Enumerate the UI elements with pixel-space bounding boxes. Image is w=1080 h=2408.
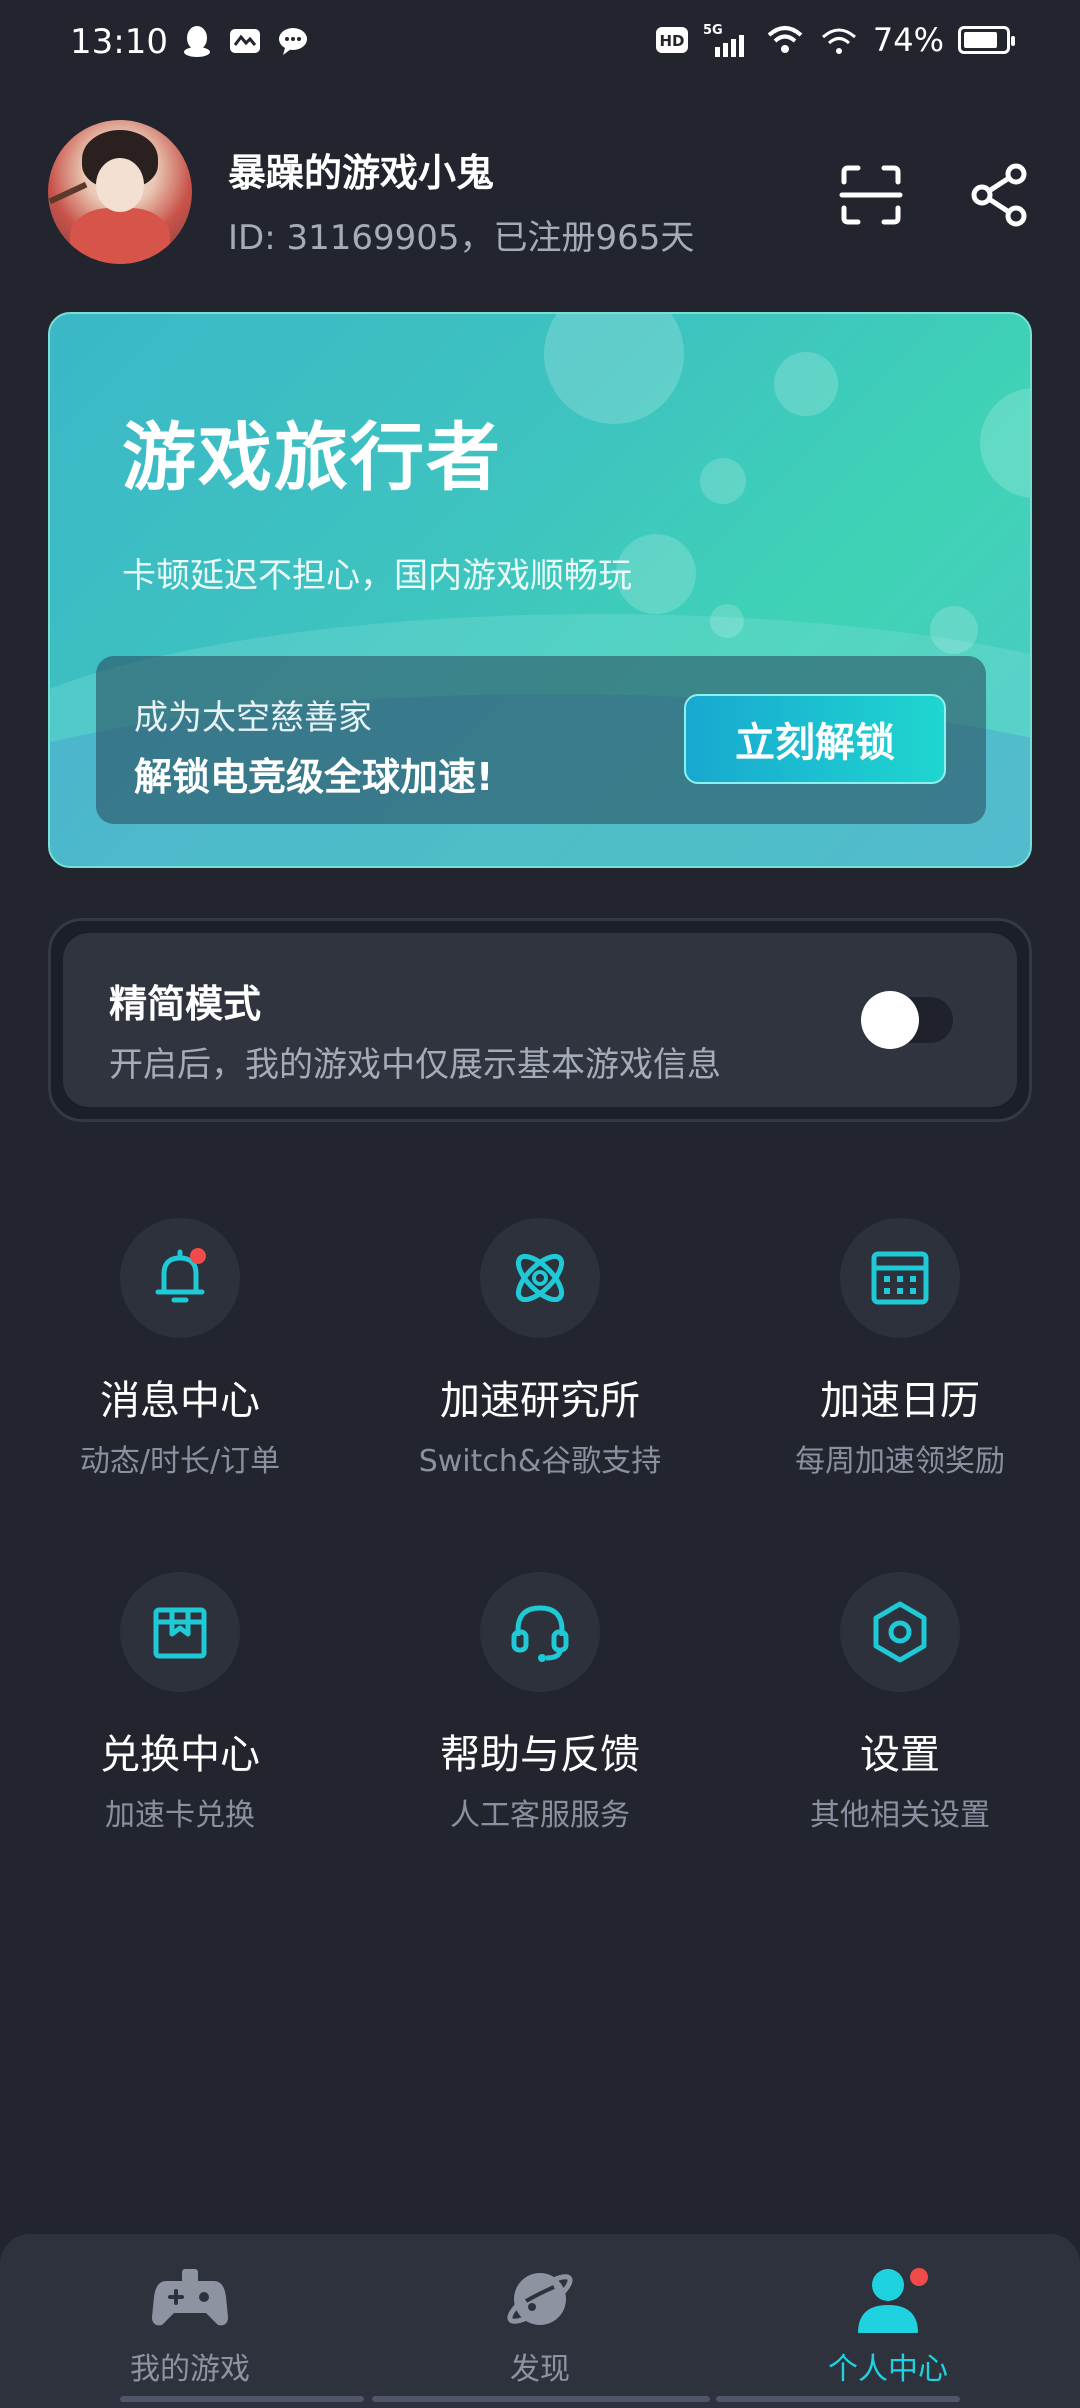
menu-acceleration-calendar[interactable]: 加速日历 每周加速领奖励 xyxy=(720,1218,1080,1498)
promo-title: 游戏旅行者 xyxy=(122,415,502,501)
atom-icon xyxy=(480,1218,600,1338)
home-indicator-segment xyxy=(372,2396,710,2402)
nav-label: 发现 xyxy=(510,2352,570,2387)
menu-title: 消息中心 xyxy=(100,1378,260,1424)
wifi-icon-2 xyxy=(819,20,859,60)
menu-title: 加速研究所 xyxy=(440,1378,640,1424)
nav-personal-center[interactable]: 个人中心 xyxy=(738,2264,1038,2387)
svg-text:HD: HD xyxy=(659,32,684,50)
simple-mode-description: 开启后，我的游戏中仅展示基本游戏信息 xyxy=(109,1045,721,1085)
unlock-now-button[interactable]: 立刻解锁 xyxy=(684,694,946,784)
battery-percent: 74% xyxy=(872,21,944,59)
settings-hexagon-icon xyxy=(840,1572,960,1692)
profile-page: 13:10 HD 5G 74% 暴躁的游戏小鬼 ID: 31169905，已注册… xyxy=(0,0,1080,2408)
promo-offer-line2: 解锁电竞级全球加速! xyxy=(134,755,494,799)
5g-signal-icon: 5G xyxy=(703,20,751,60)
planet-icon xyxy=(502,2264,578,2334)
status-time: 13:10 xyxy=(70,22,168,62)
status-system-icons: HD 5G 74% xyxy=(655,20,1015,60)
scan-icon[interactable] xyxy=(838,162,904,228)
home-indicator-segment xyxy=(716,2396,960,2402)
menu-subtitle: 人工客服服务 xyxy=(450,1798,630,1833)
menu-message-center[interactable]: 消息中心 动态/时长/订单 xyxy=(0,1218,360,1498)
chat-bubble-icon xyxy=(276,24,310,58)
menu-settings[interactable]: 设置 其他相关设置 xyxy=(720,1572,1080,1852)
menu-redeem-center[interactable]: 兑换中心 加速卡兑换 xyxy=(0,1572,360,1852)
menu-subtitle: 其他相关设置 xyxy=(810,1798,990,1833)
promo-offer-box: 成为太空慈善家 解锁电竞级全球加速! 立刻解锁 xyxy=(96,656,986,824)
menu-subtitle: 动态/时长/订单 xyxy=(79,1444,281,1479)
promo-subtitle: 卡顿延迟不担心，国内游戏顺畅玩 xyxy=(122,556,632,596)
qq-penguin-icon xyxy=(180,24,214,58)
simple-mode-toggle[interactable] xyxy=(861,991,953,1049)
battery-icon xyxy=(958,26,1015,54)
gamepad-icon xyxy=(152,2264,228,2334)
share-icon[interactable] xyxy=(970,162,1030,228)
simple-mode-title: 精简模式 xyxy=(109,982,262,1026)
bottom-navigation: 我的游戏 发现 个人中心 xyxy=(0,2234,1080,2408)
user-name[interactable]: 暴躁的游戏小鬼 xyxy=(228,142,494,197)
nav-discover[interactable]: 发现 xyxy=(390,2264,690,2387)
menu-acceleration-lab[interactable]: 加速研究所 Switch&谷歌支持 xyxy=(360,1218,720,1498)
svg-text:5G: 5G xyxy=(703,23,723,38)
menu-subtitle: 加速卡兑换 xyxy=(105,1798,255,1833)
nav-label: 个人中心 xyxy=(828,2352,948,2387)
bell-icon xyxy=(120,1218,240,1338)
menu-help-feedback[interactable]: 帮助与反馈 人工客服服务 xyxy=(360,1572,720,1852)
gift-box-icon xyxy=(120,1572,240,1692)
home-indicator-segment xyxy=(120,2396,364,2402)
wifi-icon xyxy=(765,20,805,60)
notification-dot xyxy=(910,2268,928,2286)
simple-mode-card: 精简模式 开启后，我的游戏中仅展示基本游戏信息 xyxy=(48,918,1032,1122)
promo-card[interactable]: 游戏旅行者 卡顿延迟不担心，国内游戏顺畅玩 成为太空慈善家 解锁电竞级全球加速!… xyxy=(48,312,1032,868)
promo-offer-line1: 成为太空慈善家 xyxy=(134,698,372,738)
user-id: ID: 31169905，已注册965天 xyxy=(228,218,695,258)
menu-title: 加速日历 xyxy=(820,1378,980,1424)
menu-subtitle: Switch&谷歌支持 xyxy=(418,1444,662,1479)
menu-title: 帮助与反馈 xyxy=(440,1732,640,1778)
mail-icon xyxy=(228,24,262,58)
headset-icon xyxy=(480,1572,600,1692)
calendar-icon xyxy=(840,1218,960,1338)
hd-icon: HD xyxy=(655,20,689,60)
menu-title: 设置 xyxy=(860,1732,940,1778)
status-notification-icons xyxy=(180,24,310,58)
menu-subtitle: 每周加速领奖励 xyxy=(795,1444,1005,1479)
status-bar: 13:10 HD 5G 74% xyxy=(0,0,1080,86)
nav-label: 我的游戏 xyxy=(130,2352,250,2387)
nav-my-games[interactable]: 我的游戏 xyxy=(40,2264,340,2387)
avatar[interactable] xyxy=(48,120,192,264)
menu-title: 兑换中心 xyxy=(100,1732,260,1778)
